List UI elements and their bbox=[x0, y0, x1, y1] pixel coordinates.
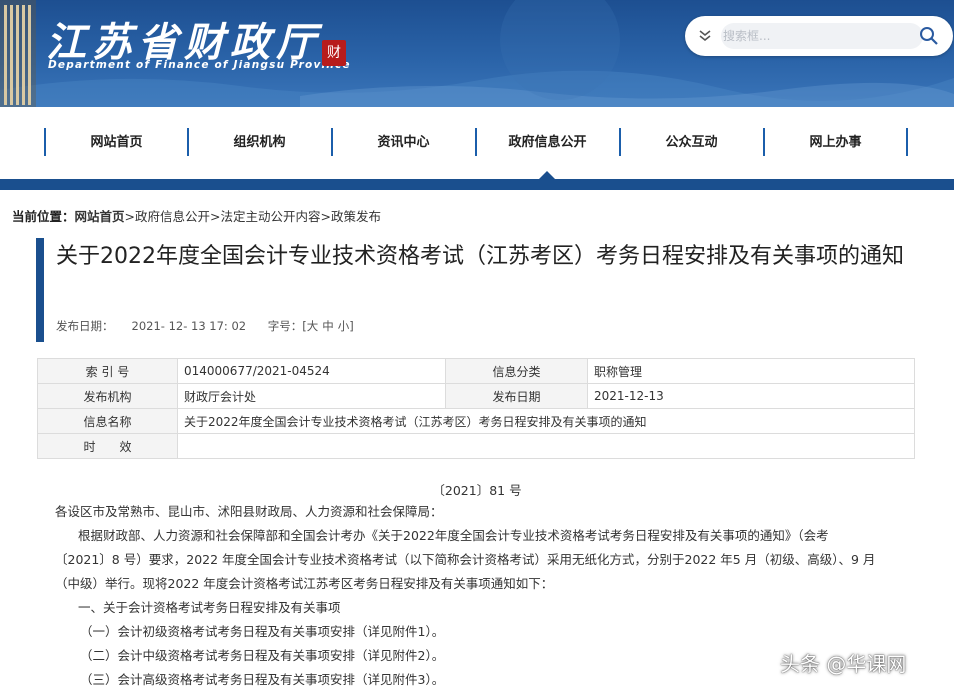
watermark: 头条 @华课网 bbox=[780, 652, 907, 676]
font-medium-button[interactable]: 中 bbox=[322, 319, 334, 333]
search-box bbox=[685, 16, 953, 56]
section-heading: 一、关于会计资格考试考务日程安排及有关事项 bbox=[78, 600, 341, 615]
search-icon[interactable] bbox=[919, 26, 939, 46]
search-input[interactable] bbox=[721, 23, 923, 49]
breadcrumb-prefix: 当前位置： bbox=[12, 209, 75, 224]
nav-item-organization[interactable]: 组织机构 bbox=[188, 131, 331, 155]
publish-date-label: 发布日期： bbox=[56, 319, 114, 333]
breadcrumb-home[interactable]: 网站首页 bbox=[75, 209, 125, 224]
org-value: 财政厅会计处 bbox=[177, 383, 446, 409]
breadcrumb-policy[interactable]: 政策发布 bbox=[331, 209, 381, 224]
nav-item-online-services[interactable]: 网上办事 bbox=[764, 131, 907, 155]
nav-bottom-bar bbox=[0, 179, 954, 190]
table-row: 时 效 bbox=[37, 433, 915, 459]
article-meta: 发布日期： 2021- 12- 13 17: 02 字号：[大中小] bbox=[56, 318, 390, 334]
addressee: 各设区市及常熟市、昆山市、沭阳县财政局、人力资源和社会保障局： bbox=[55, 504, 443, 519]
paragraph-line: 根据财政部、人力资源和社会保障部和全国会计考办《关于2022年度全国会计专业技术… bbox=[78, 528, 829, 543]
article-title: 关于2022年度全国会计专业技术资格考试（江苏考区）考务日程安排及有关事项的通知 bbox=[56, 244, 904, 269]
document-number: 〔2021〕81 号 bbox=[432, 483, 522, 498]
seal-logo: 财 bbox=[322, 40, 346, 66]
paragraph-line: 〔2021〕8 号）要求，2022 年度全国会计专业技术资格考试（以下简称会计资… bbox=[55, 552, 876, 567]
breadcrumb-sep: > bbox=[210, 209, 221, 224]
nav-item-news[interactable]: 资讯中心 bbox=[332, 131, 475, 155]
breadcrumb-statutory[interactable]: 法定主动公开内容 bbox=[221, 209, 321, 224]
table-row: 信息名称 关于2022年度全国会计专业技术资格考试（江苏考区）考务日程安排及有关… bbox=[37, 408, 915, 434]
org-label: 发布机构 bbox=[37, 383, 178, 409]
header-banner: 江苏省财政厅 Department of Finance of Jiangsu … bbox=[0, 0, 954, 107]
info-table: 索 引 号 014000677/2021-04524 信息分类 职称管理 发布机… bbox=[37, 358, 915, 459]
pillar-decoration-icon bbox=[0, 0, 36, 107]
validity-value bbox=[177, 433, 915, 459]
breadcrumb: 当前位置：网站首页>政府信息公开>法定主动公开内容>政策发布 bbox=[12, 206, 381, 225]
publish-date-value: 2021- 12- 13 17: 02 bbox=[131, 319, 247, 333]
font-small-button[interactable]: 小 bbox=[338, 319, 350, 333]
font-size-label: 字号：[ bbox=[267, 319, 307, 333]
category-label: 信息分类 bbox=[445, 358, 588, 384]
font-size-end: ] bbox=[349, 319, 354, 333]
nav-item-interaction[interactable]: 公众互动 bbox=[620, 131, 763, 155]
nav-separator bbox=[906, 128, 908, 156]
validity-label: 时 效 bbox=[37, 433, 178, 459]
font-large-button[interactable]: 大 bbox=[307, 319, 319, 333]
site-logo-subtitle: Department of Finance of Jiangsu Provinc… bbox=[48, 59, 351, 71]
list-item: （一）会计初级资格考试考务日程及有关事项安排（详见附件1）。 bbox=[80, 624, 445, 639]
name-label: 信息名称 bbox=[37, 408, 178, 434]
breadcrumb-sep: > bbox=[124, 209, 136, 224]
main-nav: 网站首页 组织机构 资讯中心 政府信息公开 公众互动 网上办事 bbox=[0, 107, 954, 179]
breadcrumb-sep: > bbox=[320, 209, 332, 224]
index-value: 014000677/2021-04524 bbox=[177, 358, 446, 384]
chevron-down-icon[interactable] bbox=[697, 27, 713, 43]
name-value: 关于2022年度全国会计专业技术资格考试（江苏考区）考务日程安排及有关事项的通知 bbox=[177, 408, 915, 434]
nav-item-home[interactable]: 网站首页 bbox=[45, 131, 188, 155]
nav-item-gov-info[interactable]: 政府信息公开 bbox=[476, 131, 619, 155]
table-row: 发布机构 财政厅会计处 发布日期 2021-12-13 bbox=[37, 383, 915, 409]
table-row: 索 引 号 014000677/2021-04524 信息分类 职称管理 bbox=[37, 358, 915, 384]
date-label: 发布日期 bbox=[445, 383, 588, 409]
index-label: 索 引 号 bbox=[37, 358, 178, 384]
title-accent-bar bbox=[36, 238, 44, 342]
category-value: 职称管理 bbox=[587, 358, 915, 384]
breadcrumb-gov-info[interactable]: 政府信息公开 bbox=[135, 209, 210, 224]
paragraph-line: （中级）举行。现将2022 年度会计资格考试江苏考区考务日程安排及有关事项通知如… bbox=[55, 576, 554, 591]
date-value: 2021-12-13 bbox=[587, 383, 915, 409]
